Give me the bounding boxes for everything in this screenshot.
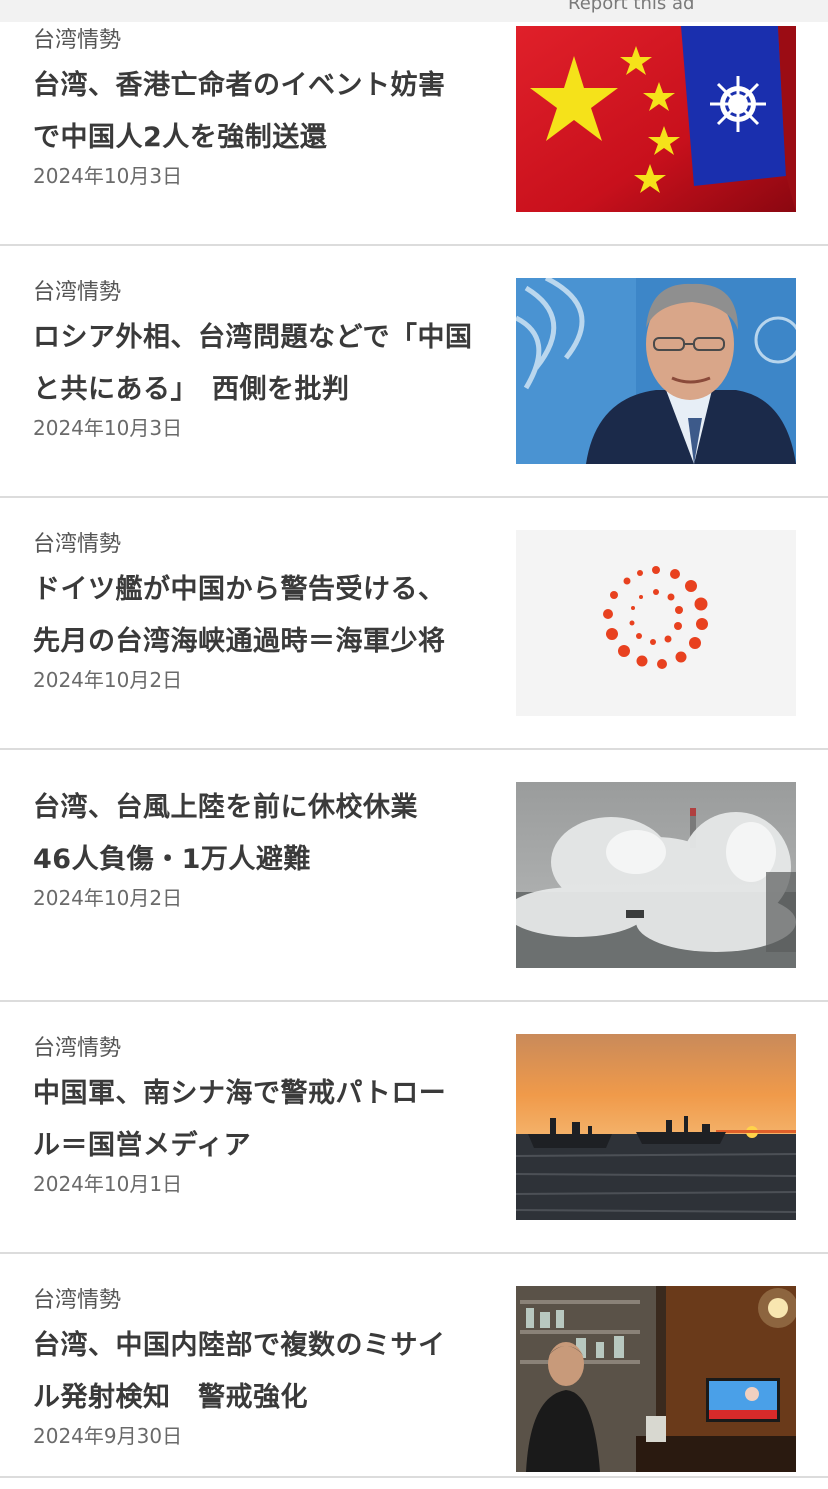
article-thumbnail[interactable] (516, 530, 796, 716)
headline-line: ル発射検知 警戒強化 (33, 1382, 308, 1413)
shop-tv-image (516, 1286, 796, 1472)
news-item-text: 台湾、台風上陸を前に休校休業 46人負傷・1万人避難 2024年10月2日 (33, 790, 495, 912)
typhoon-image (516, 782, 796, 968)
headline-line: 台湾、香港亡命者のイベント妨害 (33, 70, 446, 101)
category-label: 台湾情勢 (33, 532, 122, 557)
category-label: 台湾情勢 (33, 28, 122, 53)
news-item-text: 台湾情勢 台湾、香港亡命者のイベント妨害 で中国人2人を強制送還 2024年10… (33, 26, 495, 190)
news-item[interactable]: 台湾情勢 台湾、香港亡命者のイベント妨害 で中国人2人を強制送還 2024年10… (0, 22, 828, 246)
portrait-image (516, 278, 796, 464)
news-item[interactable]: 台湾情勢 ドイツ艦が中国から警告受ける、 先月の台湾海峡通過時＝海軍少将 202… (0, 498, 828, 750)
news-item[interactable]: 台湾情勢 台湾、中国内陸部で複数のミサイ ル発射検知 警戒強化 2024年9月3… (0, 1254, 828, 1478)
headline-link[interactable]: ロシア外相、台湾問題などで「中国 と共にある」 西側を批判 (33, 312, 495, 416)
date-label: 2024年9月30日 (33, 1424, 183, 1448)
news-item-text: 台湾情勢 中国軍、南シナ海で警戒パトロー ル＝国営メディア 2024年10月1日 (33, 1034, 495, 1198)
dot-logo-placeholder (516, 530, 796, 716)
date-label: 2024年10月2日 (33, 668, 183, 692)
date-label: 2024年10月3日 (33, 416, 183, 440)
article-thumbnail[interactable] (516, 782, 796, 968)
news-feed: 台湾情勢 台湾、香港亡命者のイベント妨害 で中国人2人を強制送還 2024年10… (0, 0, 828, 1489)
headline-line: 先月の台湾海峡通過時＝海軍少将 (33, 626, 446, 657)
flags-image (516, 26, 796, 212)
headline-line: 46人負傷・1万人避難 (33, 844, 311, 875)
date-label: 2024年10月1日 (33, 1172, 183, 1196)
headline-line: ロシア外相、台湾問題などで「中国 (33, 322, 473, 353)
article-thumbnail[interactable] (516, 1286, 796, 1472)
headline-line: ドイツ艦が中国から警告受ける、 (33, 574, 446, 605)
headline-link[interactable]: 台湾、台風上陸を前に休校休業 46人負傷・1万人避難 (33, 782, 495, 886)
sunset-ships-image (516, 1034, 796, 1220)
news-item-text: 台湾情勢 ドイツ艦が中国から警告受ける、 先月の台湾海峡通過時＝海軍少将 202… (33, 530, 495, 694)
headline-line: で中国人2人を強制送還 (33, 122, 328, 153)
news-item-text: 台湾情勢 台湾、中国内陸部で複数のミサイ ル発射検知 警戒強化 2024年9月3… (33, 1286, 495, 1450)
headline-link[interactable]: 台湾、香港亡命者のイベント妨害 で中国人2人を強制送還 (33, 60, 495, 164)
news-item[interactable]: 台湾、台風上陸を前に休校休業 46人負傷・1万人避難 2024年10月2日 (0, 750, 828, 1002)
news-item[interactable]: 台湾情勢 中国軍、南シナ海で警戒パトロー ル＝国営メディア 2024年10月1日 (0, 1002, 828, 1254)
date-label: 2024年10月2日 (33, 886, 183, 910)
headline-line: と共にある」 西側を批判 (33, 374, 350, 405)
headline-line: 台湾、中国内陸部で複数のミサイ (33, 1330, 446, 1361)
category-label: 台湾情勢 (33, 280, 122, 305)
article-thumbnail[interactable] (516, 1034, 796, 1220)
headline-link[interactable]: 台湾、中国内陸部で複数のミサイ ル発射検知 警戒強化 (33, 1320, 495, 1424)
article-thumbnail[interactable] (516, 278, 796, 464)
headline-link[interactable]: ドイツ艦が中国から警告受ける、 先月の台湾海峡通過時＝海軍少将 (33, 564, 495, 668)
news-item-text: 台湾情勢 ロシア外相、台湾問題などで「中国 と共にある」 西側を批判 2024年… (33, 278, 495, 442)
category-label: 台湾情勢 (33, 1036, 122, 1061)
date-label: 2024年10月3日 (33, 164, 183, 188)
headline-line: 中国軍、南シナ海で警戒パトロー (33, 1078, 447, 1109)
article-thumbnail[interactable] (516, 26, 796, 212)
headline-line: 台湾、台風上陸を前に休校休業 (33, 792, 418, 823)
category-label: 台湾情勢 (33, 1288, 122, 1313)
headline-link[interactable]: 中国軍、南シナ海で警戒パトロー ル＝国営メディア (33, 1068, 495, 1172)
news-item[interactable]: 台湾情勢 ロシア外相、台湾問題などで「中国 と共にある」 西側を批判 2024年… (0, 246, 828, 498)
headline-line: ル＝国営メディア (33, 1130, 252, 1161)
